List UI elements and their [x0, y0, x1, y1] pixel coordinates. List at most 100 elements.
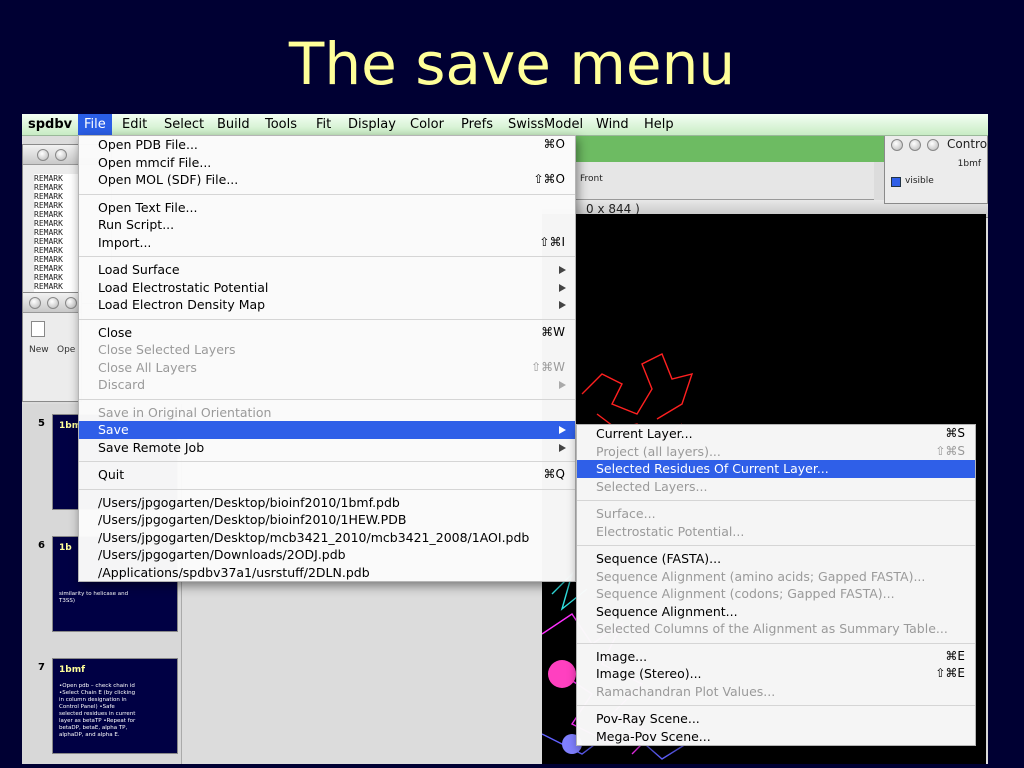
file-menu: Open PDB File... ⌘O Open mmcif File... Open…	[78, 135, 576, 582]
file-menu-item[interactable]: Open mmcif File...	[79, 154, 575, 172]
file-menu-item[interactable]: Open PDB File... ⌘O	[79, 136, 575, 154]
zoom-icon[interactable]	[927, 139, 939, 151]
screenshot-area: REMARK REMARK REMARK REMARK REMARK REMARK REMA…	[22, 114, 988, 764]
save-submenu-item[interactable]: Current Layer... ⌘S	[577, 425, 975, 443]
file-menu-item-label: /Users/jpgogarten/Downloads/2ODJ.pdb	[98, 547, 346, 562]
minimize-icon[interactable]	[55, 149, 67, 161]
menu-fit[interactable]: Fit	[310, 114, 337, 136]
menu-separator	[79, 189, 575, 199]
file-menu-item-label: Save	[98, 422, 129, 437]
minimize-icon[interactable]	[909, 139, 921, 151]
save-submenu-item[interactable]: Sequence (FASTA)...	[577, 550, 975, 568]
file-menu-item[interactable]: Load Surface	[79, 261, 575, 279]
thumbnail-text: •Open pdb – check chain id •Select Chain…	[59, 683, 136, 738]
file-menu-item: Save in Original Orientation	[79, 404, 575, 422]
menu-swissmodel[interactable]: SwissModel	[502, 114, 589, 136]
menu-separator	[577, 638, 975, 648]
save-submenu-item: Project (all layers)... ⇧⌘S	[577, 443, 975, 461]
close-icon[interactable]	[891, 139, 903, 151]
menu-edit[interactable]: Edit	[116, 114, 153, 136]
menu-display[interactable]: Display	[342, 114, 402, 136]
ligand-sphere	[548, 660, 576, 688]
file-menu-item[interactable]: Close ⌘W	[79, 324, 575, 342]
background-panel: Front	[574, 162, 874, 200]
file-menu-item[interactable]: Open MOL (SDF) File... ⇧⌘O	[79, 171, 575, 189]
new-icon[interactable]	[31, 321, 45, 337]
menu-separator	[79, 314, 575, 324]
file-menu-item-label: Open MOL (SDF) File...	[98, 172, 239, 187]
file-menu-item[interactable]: Run Script...	[79, 216, 575, 234]
save-submenu-item-label: Image (Stereo)...	[596, 666, 702, 681]
save-submenu-item[interactable]: Pov-Ray Scene...	[577, 710, 975, 728]
file-menu-item-label: Load Electron Density Map	[98, 297, 266, 312]
file-menu-item[interactable]: Save Remote Job	[79, 439, 575, 457]
file-menu-item-label: Close Selected Layers	[98, 342, 236, 357]
shortcut-label: ⇧⌘I	[539, 234, 565, 249]
save-submenu-item[interactable]: Sequence Alignment...	[577, 603, 975, 621]
save-submenu-item[interactable]: Selected Residues Of Current Layer...	[577, 460, 975, 478]
file-menu-item[interactable]: Quit ⌘Q	[79, 466, 575, 484]
file-menu-item-label: /Users/jpgogarten/Desktop/mcb3421_2010/m…	[98, 529, 530, 545]
save-submenu-item-label: Selected Layers...	[596, 478, 708, 494]
file-menu-item[interactable]: /Applications/spdbv37a1/usrstuff/2DLN.pd…	[79, 564, 575, 582]
save-submenu-item-label: Sequence (FASTA)...	[596, 551, 722, 566]
save-submenu-item-label: Sequence Alignment (codons; Gapped FASTA…	[596, 586, 895, 601]
thumbnail-text: similarity to helicase and T3SS)	[59, 591, 129, 604]
file-menu-item[interactable]: /Users/jpgogarten/Downloads/2ODJ.pdb	[79, 546, 575, 564]
menu-wind[interactable]: Wind	[590, 114, 635, 136]
file-menu-item[interactable]: Save	[79, 421, 575, 439]
control-panel-window: Contro 1bmf visible	[884, 134, 988, 204]
slide-title: The save menu	[288, 30, 736, 98]
submenu-arrow-icon	[559, 426, 566, 434]
menu-prefs[interactable]: Prefs	[455, 114, 499, 136]
save-submenu-item[interactable]: Mega-Pov Scene...	[577, 728, 975, 746]
save-submenu-item[interactable]: Image (Stereo)... ⇧⌘E	[577, 665, 975, 683]
front-label: Front	[580, 174, 603, 184]
save-submenu-item: Surface...	[577, 505, 975, 523]
close-icon[interactable]	[29, 297, 41, 309]
menu-separator	[577, 540, 975, 550]
zoom-icon[interactable]	[65, 297, 77, 309]
file-menu-item-label: Quit	[98, 467, 125, 482]
thumbnail-number: 6	[38, 540, 45, 551]
file-menu-item[interactable]: Load Electrostatic Potential	[79, 279, 575, 297]
toolbar-window: New Ope	[22, 292, 82, 402]
save-submenu-item-label: Sequence Alignment (amino acids; Gapped …	[596, 568, 926, 584]
file-menu-item[interactable]: /Users/jpgogarten/Desktop/mcb3421_2010/m…	[79, 529, 575, 547]
save-submenu-item: Ramachandran Plot Values...	[577, 683, 975, 701]
toolbar-window-titlebar[interactable]	[23, 293, 81, 313]
menu-file[interactable]: File	[78, 114, 112, 136]
file-menu-item[interactable]: /Users/jpgogarten/Desktop/bioinf2010/1bm…	[79, 494, 575, 512]
menu-separator	[79, 394, 575, 404]
visible-label: visible	[905, 176, 934, 186]
file-menu-item-label: Close All Layers	[98, 359, 197, 375]
menu-build[interactable]: Build	[211, 114, 256, 136]
file-menu-item[interactable]: Load Electron Density Map	[79, 296, 575, 314]
file-menu-item-label: Import...	[98, 234, 152, 250]
shortcut-label: ⌘O	[543, 137, 565, 151]
visible-checkbox[interactable]	[891, 177, 901, 187]
submenu-arrow-icon	[559, 381, 566, 389]
menu-separator	[577, 495, 975, 505]
file-menu-item[interactable]: Open Text File...	[79, 199, 575, 217]
menu-help[interactable]: Help	[638, 114, 680, 136]
save-submenu-item: Sequence Alignment (codons; Gapped FASTA…	[577, 585, 975, 603]
menu-spdbv[interactable]: spdbv	[22, 114, 78, 136]
shortcut-label: ⇧⌘S	[935, 443, 965, 458]
close-icon[interactable]	[37, 149, 49, 161]
file-menu-item[interactable]: /Users/jpgogarten/Desktop/bioinf2010/1HE…	[79, 511, 575, 529]
save-submenu-item-label: Project (all layers)...	[596, 443, 721, 459]
menu-color[interactable]: Color	[404, 114, 450, 136]
menu-tools[interactable]: Tools	[259, 114, 303, 136]
save-submenu-item-label: Image...	[596, 648, 648, 664]
file-menu-item-label: Save in Original Orientation	[98, 404, 272, 420]
file-menu-item: Discard	[79, 376, 575, 394]
slide-thumbnail[interactable]: 1bmf •Open pdb – check chain id •Select …	[52, 658, 178, 754]
save-submenu-item[interactable]: Image... ⌘E	[577, 648, 975, 666]
file-menu-item[interactable]: Import... ⇧⌘I	[79, 234, 575, 252]
menu-select[interactable]: Select	[158, 114, 210, 136]
file-menu-item-label: Load Electrostatic Potential	[98, 279, 269, 295]
minimize-icon[interactable]	[47, 297, 59, 309]
thumbnail-number: 5	[38, 418, 45, 429]
thumbnail-title: 1bmf	[59, 665, 85, 675]
